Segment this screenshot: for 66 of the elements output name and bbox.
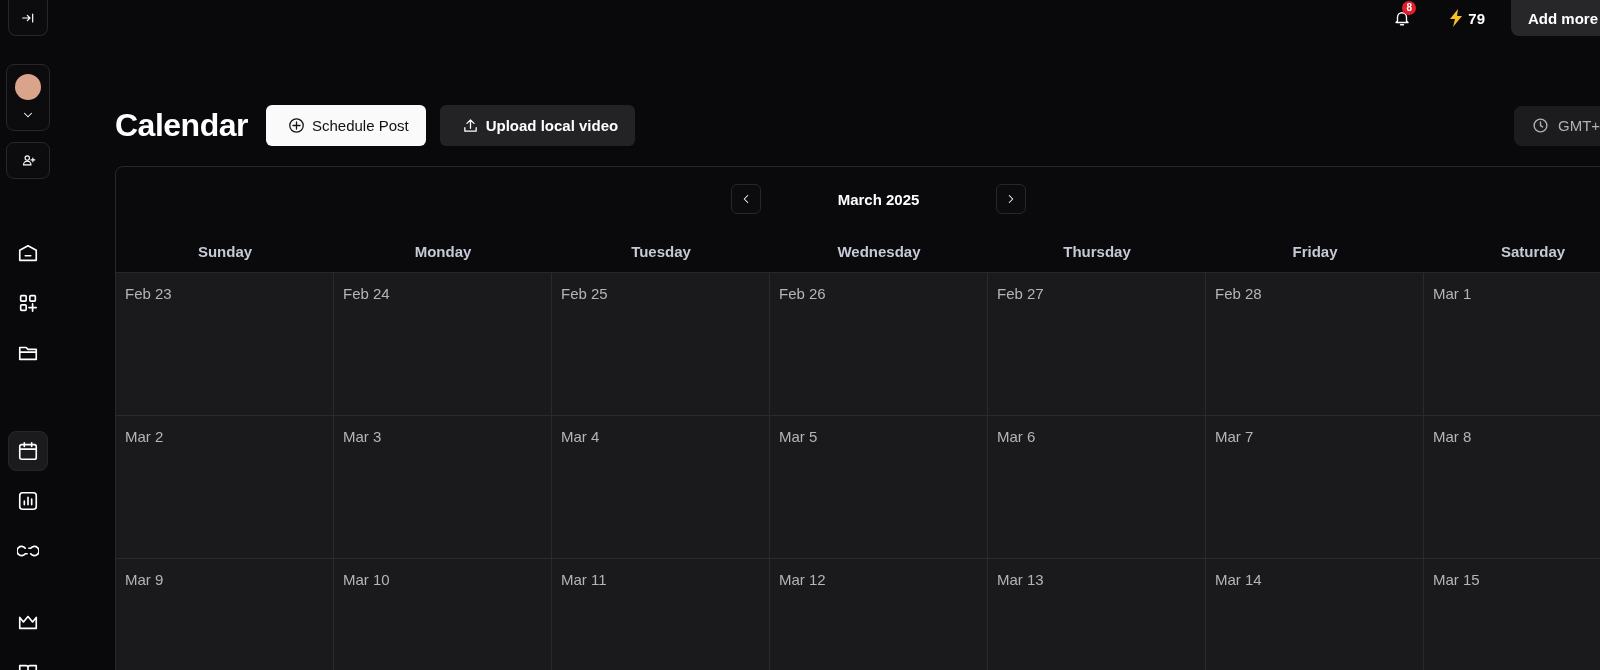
- plus-circle-icon: [287, 117, 305, 134]
- day-cell[interactable]: Mar 14: [1206, 559, 1424, 670]
- day-cell[interactable]: Mar 6: [988, 416, 1206, 559]
- day-label: Mar 2: [125, 428, 164, 445]
- bell-icon: [1393, 9, 1412, 27]
- day-cell[interactable]: Feb 25: [552, 273, 770, 416]
- day-label: Mar 3: [343, 428, 382, 445]
- upload-icon: [461, 117, 479, 134]
- credits-count: 79: [1468, 9, 1485, 27]
- day-cell[interactable]: Mar 15: [1424, 559, 1600, 670]
- day-cell[interactable]: Feb 26: [770, 273, 988, 416]
- day-label: Mar 14: [1215, 571, 1262, 588]
- day-cell[interactable]: Feb 28: [1206, 273, 1424, 416]
- avatar-image: [15, 73, 41, 100]
- page-title: Calendar: [115, 107, 248, 144]
- day-label: Feb 27: [997, 285, 1044, 302]
- day-cell[interactable]: Mar 2: [116, 416, 334, 559]
- notification-badge: 8: [1402, 1, 1417, 15]
- day-cell[interactable]: Mar 12: [770, 559, 988, 670]
- day-cell[interactable]: Mar 5: [770, 416, 988, 559]
- day-label: Mar 11: [561, 571, 607, 588]
- day-label: Feb 25: [561, 285, 608, 302]
- day-label: Mar 9: [125, 571, 164, 588]
- schedule-button[interactable]: Schedule Post: [265, 105, 426, 146]
- day-label: Mar 12: [779, 571, 826, 588]
- collapse-sidebar-button[interactable]: [8, 0, 48, 36]
- day-cell[interactable]: Feb 27: [988, 273, 1206, 416]
- day-cell[interactable]: Mar 10: [334, 559, 552, 670]
- nav-item[interactable]: [8, 431, 48, 471]
- day-label: Mar 10: [343, 571, 390, 588]
- timezone-button[interactable]: GMT+: [1514, 105, 1600, 146]
- user-plus-icon: [20, 153, 36, 168]
- notifications-button[interactable]: [1393, 9, 1412, 27]
- add-more-button[interactable]: Add more: [1511, 0, 1600, 36]
- day-label: Mar 15: [1433, 571, 1480, 588]
- day-label: Mar 8: [1433, 428, 1472, 445]
- add-user-button[interactable]: [6, 142, 50, 179]
- day-cell[interactable]: Mar 11: [552, 559, 770, 670]
- clock-icon: [1532, 117, 1549, 134]
- day-cell[interactable]: Feb 24: [334, 273, 552, 416]
- day-cell[interactable]: Mar 4: [552, 416, 770, 559]
- day-cell[interactable]: Mar 7: [1206, 416, 1424, 559]
- lightning-icon: [1449, 9, 1464, 27]
- day-label: Mar 5: [779, 428, 818, 445]
- day-label: Feb 28: [1215, 285, 1262, 302]
- day-label: Mar 4: [561, 428, 600, 445]
- bar-chart-icon: [17, 490, 39, 512]
- day-cell[interactable]: Feb 23: [116, 273, 334, 416]
- day-label: Feb 23: [125, 285, 172, 302]
- day-label: Mar 13: [997, 571, 1044, 588]
- day-label: Feb 26: [779, 285, 826, 302]
- day-cell[interactable]: Mar 9: [116, 559, 334, 670]
- day-label: Mar 1: [1433, 285, 1472, 302]
- day-cell[interactable]: Mar 8: [1424, 416, 1600, 559]
- day-label: Mar 6: [997, 428, 1036, 445]
- day-cell[interactable]: Mar 3: [334, 416, 552, 559]
- day-label: Feb 24: [343, 285, 390, 302]
- calendar-icon: [17, 440, 39, 462]
- account-switcher[interactable]: [6, 64, 50, 131]
- day-cell[interactable]: Mar 1: [1424, 273, 1600, 416]
- month-title: March 2025: [836, 190, 921, 208]
- upload-button[interactable]: Upload local video: [439, 105, 636, 146]
- home-icon: [17, 242, 39, 264]
- day-label: Mar 7: [1215, 428, 1254, 445]
- grid-plus-icon: [17, 292, 39, 314]
- day-cell[interactable]: Mar 13: [988, 559, 1206, 670]
